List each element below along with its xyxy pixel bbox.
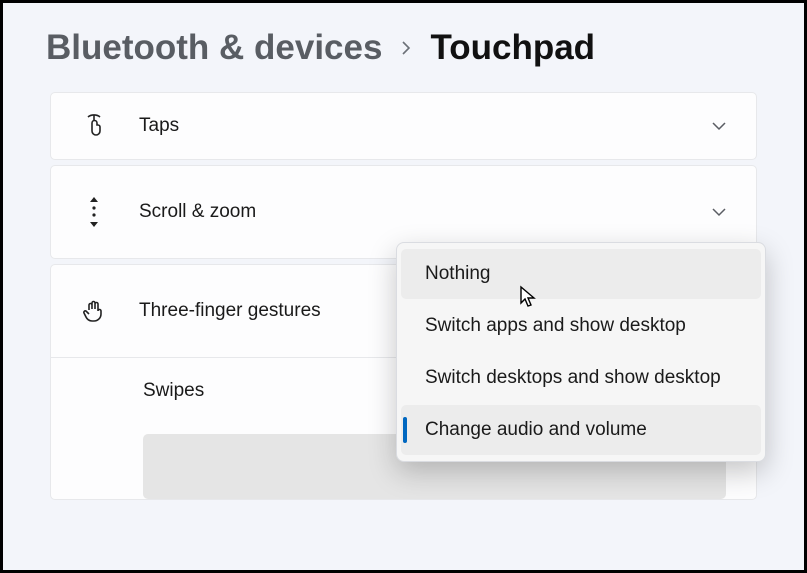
dropdown-option-nothing[interactable]: Nothing	[401, 249, 761, 299]
dropdown-option-switch-desktops[interactable]: Switch desktops and show desktop	[401, 353, 761, 403]
dropdown-option-audio-volume[interactable]: Change audio and volume	[401, 405, 761, 455]
chevron-down-icon	[710, 117, 728, 135]
panel-title-taps: Taps	[139, 115, 710, 137]
breadcrumb-parent-link[interactable]: Bluetooth & devices	[46, 28, 382, 68]
panel-taps[interactable]: Taps	[50, 92, 757, 160]
breadcrumb: Bluetooth & devices Touchpad	[6, 6, 801, 68]
chevron-right-icon	[398, 40, 414, 56]
swipes-dropdown: Nothing Switch apps and show desktop Swi…	[396, 242, 766, 462]
hand-icon	[79, 298, 109, 324]
panel-title-scroll: Scroll & zoom	[139, 201, 710, 223]
dropdown-option-switch-apps[interactable]: Switch apps and show desktop	[401, 301, 761, 351]
swipes-label: Swipes	[143, 380, 204, 401]
tap-icon	[79, 113, 109, 139]
chevron-down-icon	[710, 203, 728, 221]
breadcrumb-current: Touchpad	[430, 28, 595, 68]
scroll-zoom-icon	[79, 195, 109, 229]
